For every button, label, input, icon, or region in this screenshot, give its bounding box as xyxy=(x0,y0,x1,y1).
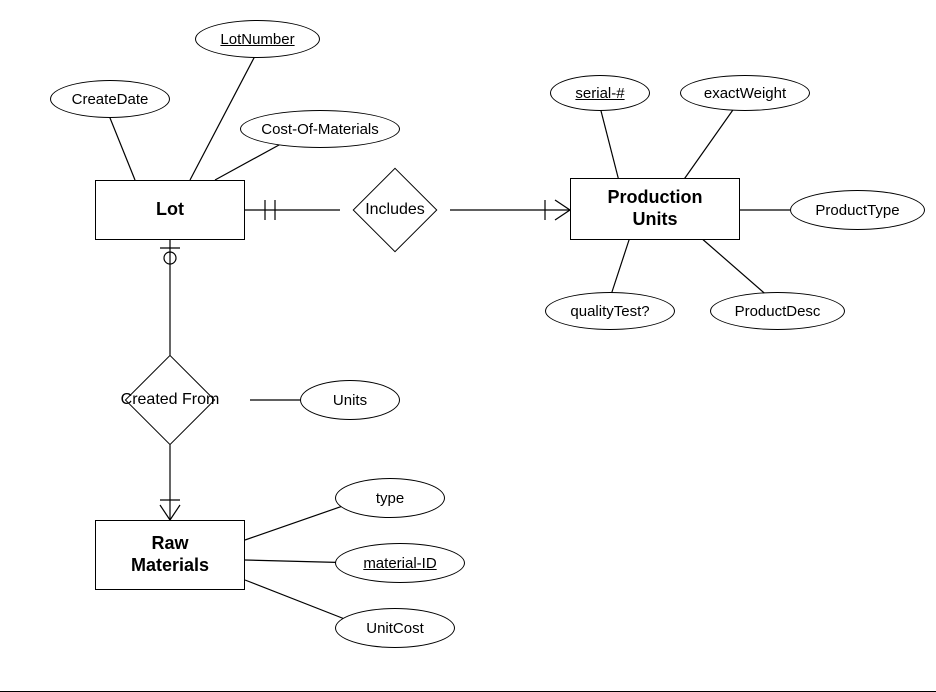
attr-type: type xyxy=(335,478,445,518)
attr-lot-number-label: LotNumber xyxy=(220,31,294,48)
attr-serial-no-label: serial-# xyxy=(575,85,624,102)
attr-cost-of-materials: Cost-Of-Materials xyxy=(240,110,400,148)
entity-raw-materials: Raw Materials xyxy=(95,520,245,590)
attr-unit-cost: UnitCost xyxy=(335,608,455,648)
attr-exact-weight: exactWeight xyxy=(680,75,810,111)
attr-create-date-label: CreateDate xyxy=(72,91,149,108)
attr-product-desc-label: ProductDesc xyxy=(735,303,821,320)
attr-product-desc: ProductDesc xyxy=(710,292,845,330)
attr-units: Units xyxy=(300,380,400,420)
attr-material-id-label: material-ID xyxy=(363,555,436,572)
attr-quality-test: qualityTest? xyxy=(545,292,675,330)
attr-create-date: CreateDate xyxy=(50,80,170,118)
attr-serial-no: serial-# xyxy=(550,75,650,111)
attr-type-label: type xyxy=(376,490,404,507)
relationship-includes: Includes xyxy=(340,168,450,252)
attr-material-id: material-ID xyxy=(335,543,465,583)
attr-unit-cost-label: UnitCost xyxy=(366,620,424,637)
attr-quality-test-label: qualityTest? xyxy=(570,303,649,320)
attr-product-type-label: ProductType xyxy=(815,202,899,219)
entity-production-units-label: Production Units xyxy=(608,187,703,230)
entity-raw-materials-label: Raw Materials xyxy=(131,533,209,576)
attr-cost-of-materials-label: Cost-Of-Materials xyxy=(261,121,379,138)
er-diagram-canvas: Lot CreateDate LotNumber Cost-Of-Materia… xyxy=(0,0,936,692)
entity-lot-label: Lot xyxy=(156,199,184,221)
entity-production-units: Production Units xyxy=(570,178,740,240)
entity-lot: Lot xyxy=(95,180,245,240)
attr-exact-weight-label: exactWeight xyxy=(704,85,786,102)
attr-product-type: ProductType xyxy=(790,190,925,230)
attr-lot-number: LotNumber xyxy=(195,20,320,58)
relationship-created-from: Created From xyxy=(85,355,255,445)
attr-units-label: Units xyxy=(333,392,367,409)
